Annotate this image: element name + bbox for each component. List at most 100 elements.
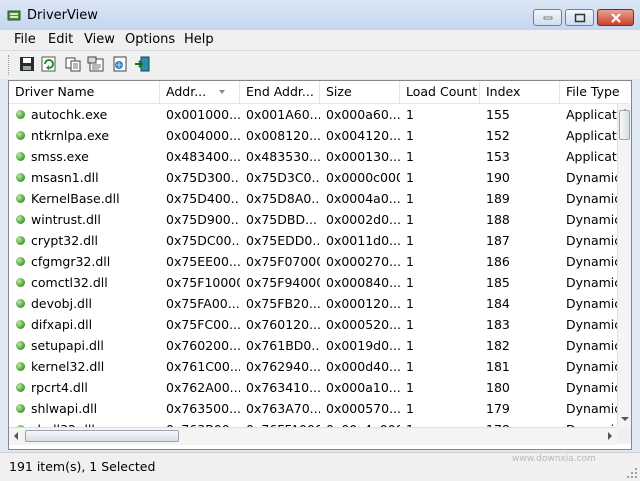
scroll-down-icon[interactable] bbox=[618, 411, 632, 427]
watermark-text: www.downxia.com bbox=[512, 454, 596, 464]
html-report-icon[interactable] bbox=[111, 55, 129, 73]
column-header-address-label: Addr... bbox=[166, 84, 207, 99]
cell-end: 0x75D8A0... bbox=[246, 191, 320, 206]
table-row[interactable]: setupapi.dll 0x760200... 0x761BD0... 0x0019… bbox=[9, 335, 617, 356]
cell-load: 1 bbox=[406, 191, 414, 206]
cell-end: 0x763410... bbox=[246, 380, 320, 395]
scroll-left-icon[interactable] bbox=[9, 428, 23, 444]
column-header-end-address[interactable]: End Addr... bbox=[240, 81, 320, 103]
menu-file[interactable]: File bbox=[14, 32, 36, 47]
cell-name: shell32.dll bbox=[9, 419, 160, 427]
cell-end: 0x001A60... bbox=[246, 107, 320, 122]
minimize-icon bbox=[543, 16, 552, 19]
app-icon bbox=[7, 10, 21, 21]
cell-addr: 0x75D900... bbox=[166, 212, 240, 227]
cell-index: 183 bbox=[486, 317, 510, 332]
cell-addr: 0x75EE00... bbox=[166, 254, 240, 269]
cell-index: 153 bbox=[486, 149, 510, 164]
toolbar-grip bbox=[8, 55, 12, 75]
cell-type: Dynamic bbox=[566, 254, 617, 269]
table-row[interactable]: comctl32.dll 0x75F10000 0x75F94000 0x000840… bbox=[9, 272, 617, 293]
cell-end: 0x76FFA000 bbox=[240, 419, 320, 427]
cell-load: 1 bbox=[406, 254, 414, 269]
exit-icon[interactable] bbox=[133, 55, 151, 73]
resize-grip-icon[interactable] bbox=[626, 467, 638, 479]
vertical-scrollbar[interactable] bbox=[617, 104, 632, 427]
refresh-icon[interactable] bbox=[40, 55, 58, 73]
cell-index: 181 bbox=[486, 359, 510, 374]
column-header-driver-name[interactable]: Driver Name bbox=[9, 81, 160, 103]
scrollbar-corner bbox=[617, 427, 631, 444]
menu-view[interactable]: View bbox=[84, 32, 115, 47]
driver-list[interactable]: Driver Name Addr... End Addr... Size Loa… bbox=[8, 80, 632, 450]
cell-size: 0x000130... bbox=[326, 149, 400, 164]
cell-end: 0x75D3C0... bbox=[246, 170, 320, 185]
maximize-icon bbox=[574, 13, 585, 22]
cell-end: 0x75FB20... bbox=[246, 296, 320, 311]
copy-icon[interactable] bbox=[64, 55, 82, 73]
cell-size: 0x000120... bbox=[326, 296, 400, 311]
column-header-load-count[interactable]: Load Count bbox=[400, 81, 480, 103]
cell-index: 178 bbox=[480, 419, 560, 427]
close-button[interactable] bbox=[597, 9, 634, 26]
menu-edit[interactable]: Edit bbox=[48, 32, 73, 47]
cell-index: 188 bbox=[486, 212, 510, 227]
table-row[interactable]: kernel32.dll 0x761C00... 0x762940... 0x000d… bbox=[9, 356, 617, 377]
cell-type: Applicati bbox=[566, 149, 617, 164]
cell-end: 0x75DBD... bbox=[246, 212, 318, 227]
properties-icon[interactable] bbox=[87, 55, 105, 73]
table-row[interactable]: cfgmgr32.dll 0x75EE00... 0x75F07000 0x00027… bbox=[9, 251, 617, 272]
maximize-button[interactable] bbox=[565, 9, 594, 26]
column-header-address[interactable]: Addr... bbox=[160, 81, 240, 103]
cell-name: cfgmgr32.dll bbox=[31, 254, 111, 269]
cell-size: 0x0011d0... bbox=[326, 233, 400, 248]
cell-size: 0x000270... bbox=[326, 254, 400, 269]
menu-help[interactable]: Help bbox=[184, 32, 214, 47]
cell-name: smss.exe bbox=[31, 149, 89, 164]
table-row[interactable]: devobj.dll 0x75FA00... 0x75FB20... 0x000120… bbox=[9, 293, 617, 314]
minimize-button[interactable] bbox=[533, 9, 562, 26]
cell-name: devobj.dll bbox=[31, 296, 92, 311]
menu-options[interactable]: Options bbox=[125, 32, 175, 47]
title-bar[interactable]: DriverView bbox=[0, 0, 640, 30]
table-row[interactable]: ntkrnlpa.exe 0x004000... 0x008120... 0x0041… bbox=[9, 125, 617, 146]
close-icon bbox=[610, 12, 621, 23]
cell-end: 0x761BD0... bbox=[246, 338, 320, 353]
cell-name: ntkrnlpa.exe bbox=[31, 128, 110, 143]
table-row[interactable]: rpcrt4.dll 0x762A00... 0x763410... 0x000a10… bbox=[9, 377, 617, 398]
column-header-index[interactable]: Index bbox=[480, 81, 560, 103]
table-row[interactable]: KernelBase.dll 0x75D400... 0x75D8A0... 0x00… bbox=[9, 188, 617, 209]
cell-load: 1 bbox=[406, 233, 414, 248]
toolbar bbox=[0, 50, 640, 79]
table-row[interactable]: difxapi.dll 0x75FC00... 0x760120... 0x00052… bbox=[9, 314, 617, 335]
scroll-right-icon[interactable] bbox=[603, 428, 617, 444]
cell-name: autochk.exe bbox=[31, 107, 108, 122]
cell-name: rpcrt4.dll bbox=[31, 380, 88, 395]
column-header-size[interactable]: Size bbox=[320, 81, 400, 103]
window-title: DriverView bbox=[27, 8, 98, 23]
table-row[interactable]: wintrust.dll 0x75D900... 0x75DBD... 0x0002d… bbox=[9, 209, 617, 230]
cell-addr: 0x763B00... bbox=[160, 419, 240, 427]
column-header-file-type[interactable]: File Type bbox=[560, 81, 630, 103]
cell-type: Dynamic bbox=[566, 359, 617, 374]
cell-index: 187 bbox=[486, 233, 510, 248]
status-text: 191 item(s), 1 Selected bbox=[9, 459, 156, 474]
table-row[interactable]: shlwapi.dll 0x763500... 0x763A70... 0x00057… bbox=[9, 398, 617, 419]
horizontal-scrollbar[interactable] bbox=[9, 427, 617, 445]
cell-type: Dynamic bbox=[566, 401, 617, 416]
table-row[interactable]: smss.exe 0x483400... 0x483530... 0x000130..… bbox=[9, 146, 617, 167]
vertical-scroll-thumb[interactable] bbox=[619, 110, 630, 140]
cell-index: 185 bbox=[486, 275, 510, 290]
save-icon[interactable] bbox=[18, 55, 36, 73]
table-row[interactable]: crypt32.dll 0x75DC00... 0x75EDD0... 0x0011d… bbox=[9, 230, 617, 251]
horizontal-scroll-thumb[interactable] bbox=[25, 430, 179, 442]
table-row[interactable]: autochk.exe 0x001000... 0x001A60... 0x000a6… bbox=[9, 104, 617, 125]
cell-end: 0x75F94000 bbox=[246, 275, 320, 290]
table-row[interactable]: shell32.dll0x763B00...0x76FFA0000x00c4a0… bbox=[9, 419, 617, 427]
cell-type: Dynamic bbox=[566, 212, 617, 227]
sort-arrow-icon bbox=[219, 90, 225, 94]
cell-size: 0x000a60... bbox=[326, 107, 400, 122]
cell-load: 1 bbox=[406, 212, 414, 227]
table-row[interactable]: msasn1.dll 0x75D300... 0x75D3C0... 0x0000c0… bbox=[9, 167, 617, 188]
cell-type: Dynamic bbox=[560, 419, 617, 427]
